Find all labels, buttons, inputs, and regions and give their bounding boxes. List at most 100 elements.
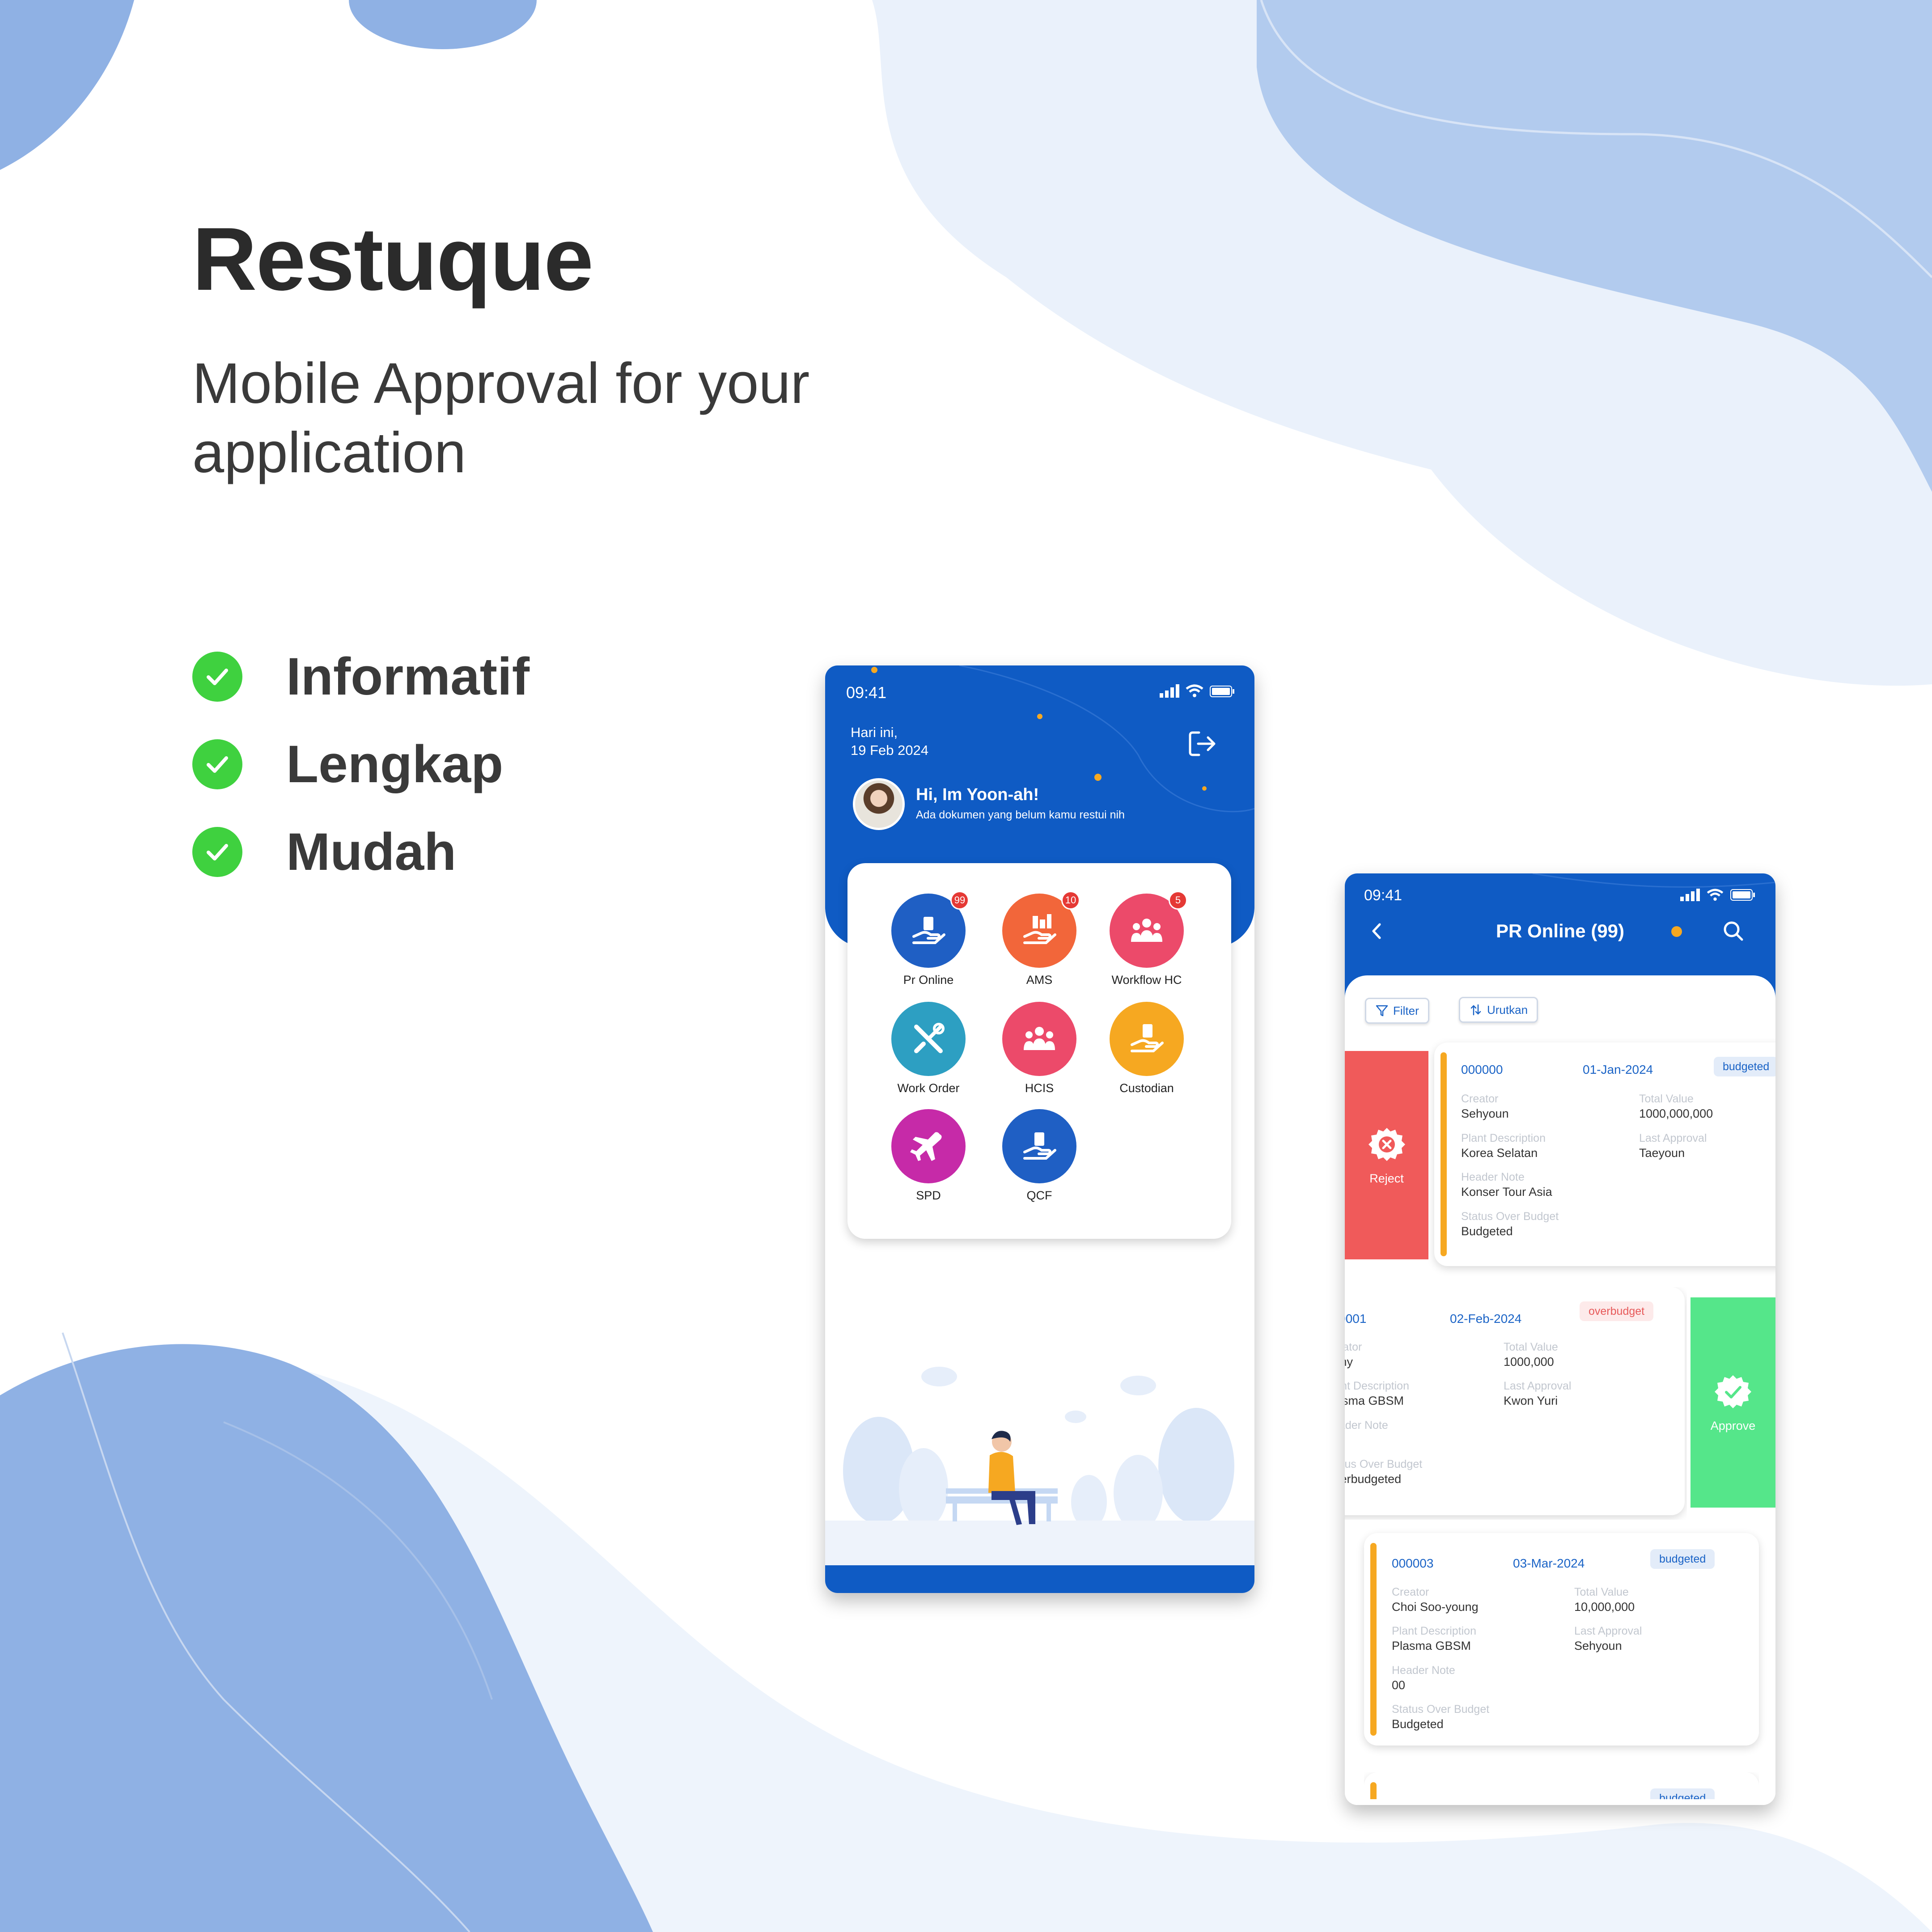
field-label: Total Value xyxy=(1504,1341,1558,1353)
swiped-card-clip: 000001 02-Feb-2024 overbudget Creator Ji… xyxy=(1345,1287,1687,1520)
field-label: Plant Description xyxy=(1345,1380,1409,1392)
wifi-icon xyxy=(1707,889,1724,901)
field-value: 1000,000 xyxy=(1504,1355,1554,1368)
sort-button[interactable]: Urutkan xyxy=(1459,997,1538,1023)
list-item[interactable]: 000001 02-Feb-2024 overbudget Creator Ji… xyxy=(1345,1287,1685,1515)
app-label: Custodian xyxy=(1119,1081,1174,1095)
notification-badge: 10 xyxy=(1061,891,1080,910)
list-item[interactable]: 000003 03-Mar-2024 budgeted Creator Choi… xyxy=(1364,1533,1759,1746)
pr-number: 000001 xyxy=(1345,1312,1367,1326)
app-label: Workflow HC xyxy=(1111,973,1182,987)
filter-button[interactable]: Filter xyxy=(1365,998,1429,1024)
pr-list-screen-mockup: 09:41 PR Online (99) Filter Urutkan Reje… xyxy=(1345,873,1775,1805)
field-value: Choi Soo-young xyxy=(1392,1600,1479,1614)
app-work-order[interactable]: Work Order xyxy=(877,1002,980,1095)
list-item[interactable]: 000000 01-Jan-2024 budgeted Creator Sehy… xyxy=(1434,1042,1775,1266)
feature-label: Informatif xyxy=(286,647,530,706)
app-custodian[interactable]: Custodian xyxy=(1095,1002,1198,1095)
field-label: Plant Description xyxy=(1392,1625,1476,1637)
field-value: Konser Tour Asia xyxy=(1461,1185,1552,1199)
app-grid: 99 Pr Online 10 AMS 5 Workflow HC Work O… xyxy=(847,863,1231,1239)
app-qcf[interactable]: QCF xyxy=(988,1109,1091,1203)
approve-check-badge-icon xyxy=(1715,1375,1751,1408)
indicator-dot xyxy=(1671,926,1682,937)
status-accent xyxy=(1370,1543,1377,1736)
reject-action[interactable]: Reject xyxy=(1345,1051,1428,1259)
feature-item: Mudah xyxy=(192,808,530,896)
spd-icon xyxy=(891,1109,966,1183)
field-value: Plasma GBSM xyxy=(1345,1394,1404,1407)
field-label: Total Value xyxy=(1574,1586,1629,1598)
logout-icon[interactable] xyxy=(1186,728,1218,759)
park-illustration xyxy=(825,1367,1254,1565)
field-value: Sehyoun xyxy=(1574,1639,1622,1652)
notification-badge: 5 xyxy=(1169,891,1187,910)
page-title: PR Online (99) xyxy=(1496,920,1625,941)
qcf-icon xyxy=(1002,1109,1076,1183)
app-ams[interactable]: 10 AMS xyxy=(988,891,1091,987)
app-label: QCF xyxy=(1026,1189,1052,1202)
field-value: Taeyoun xyxy=(1639,1146,1685,1160)
feature-label: Lengkap xyxy=(286,735,504,794)
field-value: Korea Selatan xyxy=(1461,1146,1538,1160)
hcis-icon xyxy=(1002,1002,1076,1076)
status-accent xyxy=(1370,1782,1377,1799)
status-icons xyxy=(1680,889,1755,901)
app-label: HCIS xyxy=(1025,1081,1054,1095)
field-label: Last Approval xyxy=(1504,1380,1572,1392)
field-label: Creator xyxy=(1392,1586,1429,1598)
feature-list: Informatif Lengkap Mudah xyxy=(192,633,530,896)
home-screen-mockup: 09:41 Hari ini, 19 Feb 2024 Hi, Im Yoon-… xyxy=(825,665,1254,1593)
app-hcis[interactable]: HCIS xyxy=(988,1002,1091,1095)
field-label: Creator xyxy=(1345,1341,1362,1353)
app-pr-online[interactable]: 99 Pr Online xyxy=(877,891,980,987)
filter-icon xyxy=(1376,1005,1388,1017)
app-spd[interactable]: SPD xyxy=(877,1109,980,1203)
app-label: Pr Online xyxy=(903,973,954,987)
field-label: Header Note xyxy=(1392,1664,1455,1677)
avatar[interactable] xyxy=(853,778,905,830)
status-time: 09:41 xyxy=(1364,887,1402,904)
status-badge: budgeted xyxy=(1650,1788,1715,1799)
feature-item: Informatif xyxy=(192,633,530,720)
battery-icon xyxy=(1210,686,1234,697)
custodian-icon xyxy=(1110,1002,1184,1076)
pr-number: 000003 xyxy=(1392,1556,1434,1570)
approve-action[interactable]: Approve xyxy=(1690,1297,1775,1508)
reject-label: Reject xyxy=(1369,1171,1404,1185)
field-value: Plasma GBSM xyxy=(1392,1639,1471,1652)
sort-icon xyxy=(1470,1004,1481,1016)
wifi-icon xyxy=(1186,684,1203,697)
field-value: Kwon Yuri xyxy=(1504,1394,1558,1407)
field-value: Jinny xyxy=(1345,1355,1353,1368)
field-label: Status Over Budget xyxy=(1392,1703,1490,1716)
pr-number: 000000 xyxy=(1461,1063,1503,1076)
ams-icon: 10 xyxy=(1002,891,1080,968)
brand-title: Restuque xyxy=(192,209,593,309)
field-value: Budgeted xyxy=(1461,1224,1513,1238)
field-value: 1000,000,000 xyxy=(1639,1107,1713,1120)
signal-icon xyxy=(1680,889,1700,901)
greeting: Hi, Im Yoon-ah! xyxy=(916,785,1039,804)
field-value: Budgeted xyxy=(1392,1717,1444,1731)
battery-icon xyxy=(1730,889,1755,901)
date-value: 19 Feb 2024 xyxy=(851,742,929,758)
field-label: Last Approval xyxy=(1639,1132,1707,1144)
feature-label: Mudah xyxy=(286,822,457,881)
app-workflow-hc[interactable]: 5 Workflow HC xyxy=(1095,891,1198,987)
field-value: Sehyoun xyxy=(1461,1107,1509,1120)
brand-subtitle: Mobile Approval for your application xyxy=(192,349,997,487)
field-label: Last Approval xyxy=(1574,1625,1642,1637)
brand-subtitle-line2: application xyxy=(192,421,466,485)
today-date: Hari ini, 19 Feb 2024 xyxy=(851,724,928,759)
workflow-hc-icon: 5 xyxy=(1110,891,1187,968)
search-icon[interactable] xyxy=(1721,919,1746,943)
work-order-icon xyxy=(891,1002,966,1076)
pr-date: 03-Mar-2024 xyxy=(1513,1556,1585,1570)
field-label: Creator xyxy=(1461,1093,1499,1105)
greeting-subtitle: Ada dokumen yang belum kamu restui nih xyxy=(916,809,1125,821)
check-circle-icon xyxy=(192,652,242,702)
app-label: Work Order xyxy=(897,1081,960,1095)
date-label: Hari ini, xyxy=(851,724,898,740)
list-item[interactable]: budgeted xyxy=(1364,1772,1759,1799)
